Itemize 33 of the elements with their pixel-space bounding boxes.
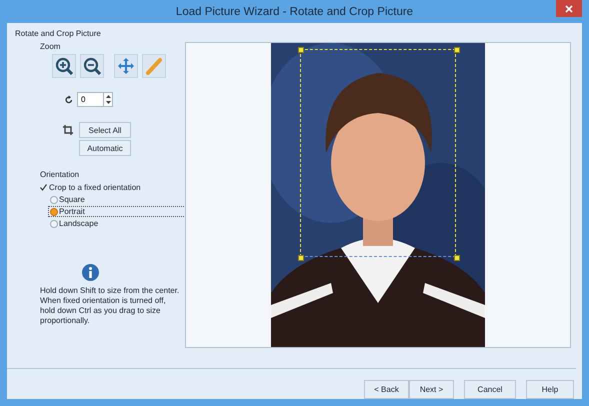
zoom-out-icon [83, 57, 101, 75]
radio-label[interactable]: Landscape [59, 219, 98, 228]
zoom-label: Zoom [40, 42, 62, 51]
crop-button[interactable]: Automatic [79, 140, 131, 156]
radio-label[interactable]: Portrait [59, 207, 85, 216]
close-button[interactable] [556, 0, 582, 17]
section-heading: Rotate and Crop Picture [15, 29, 102, 38]
zoom-out-button[interactable] [80, 54, 104, 78]
crop-button[interactable]: Select All [79, 122, 131, 138]
zoom-in-button[interactable] [52, 54, 76, 78]
wizard-button[interactable]: Help [526, 380, 574, 399]
wizard-button[interactable]: Next > [409, 380, 454, 399]
info-icon [82, 264, 98, 281]
pencil-icon [145, 57, 163, 75]
close-icon [565, 4, 573, 12]
move-arrows-icon [117, 57, 135, 75]
hint-text: Hold down Shift to size from the center. When fixed orientation is turned off, hold down Ctrl as you drag to size proportionally. [40, 286, 180, 326]
radio-button[interactable] [50, 196, 58, 204]
checkmark-icon[interactable] [40, 184, 47, 191]
radio-button[interactable] [50, 208, 58, 216]
window-title: Load Picture Wizard - Rotate and Crop Picture [176, 6, 414, 18]
crop-icon [63, 125, 73, 135]
rotate-icon [65, 95, 73, 104]
zoom-in-icon [55, 57, 73, 75]
radio-label[interactable]: Square [59, 195, 85, 204]
up-arrow-icon [106, 94, 110, 98]
down-arrow-icon [106, 101, 110, 104]
fit-button[interactable] [114, 54, 138, 78]
checkbox-label[interactable]: Crop to a fixed orientation [49, 183, 141, 192]
wizard-button[interactable]: < Back [364, 380, 409, 399]
wizard-button[interactable]: Cancel [464, 380, 516, 399]
orientation-label: Orientation [40, 170, 80, 179]
radio-button[interactable] [50, 220, 58, 228]
